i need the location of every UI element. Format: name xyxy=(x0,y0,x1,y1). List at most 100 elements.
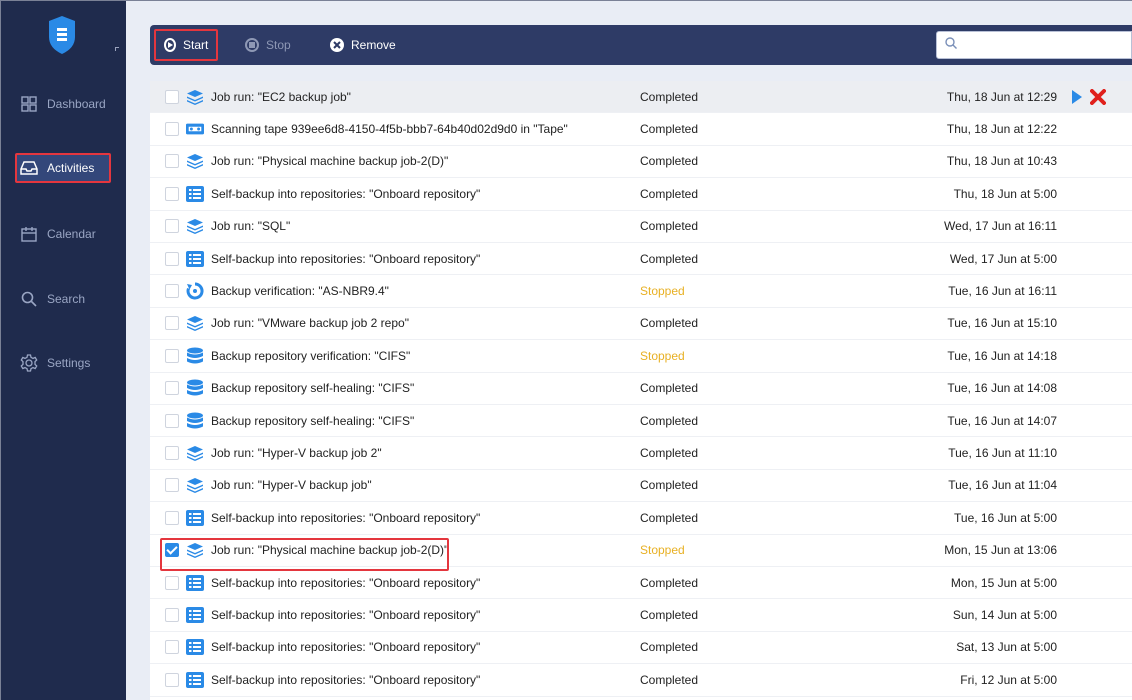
activity-row[interactable]: Scanning tape 939ee6d8-4150-4f5b-bbb7-64… xyxy=(150,113,1132,146)
activity-row[interactable]: Backup repository self-healing: "CIFS" Co… xyxy=(150,405,1132,438)
activity-list: Job run: "EC2 backup job" Completed Thu, 1… xyxy=(150,81,1132,700)
activity-name[interactable]: Job run: "VMware backup job 2 repo" xyxy=(211,316,409,330)
activity-name[interactable]: Scanning tape 939ee6d8-4150-4f5b-bbb7-64… xyxy=(211,122,568,136)
activity-name[interactable]: Backup repository self-healing: "CIFS" xyxy=(211,381,414,395)
self-backup-icon xyxy=(186,671,204,688)
sidebar-item-dashboard[interactable]: Dashboard xyxy=(15,89,111,119)
activity-row[interactable]: Job run: "SQL" Completed Wed, 17 Jun at 16… xyxy=(150,211,1132,243)
activity-date: Thu, 18 Jun at 5:00 xyxy=(953,186,1057,201)
activity-row[interactable]: Backup repository self-healing: "CIFS" Co… xyxy=(150,373,1132,405)
activity-date: Mon, 15 Jun at 13:06 xyxy=(944,543,1057,558)
row-checkbox[interactable] xyxy=(165,154,179,169)
stop-button[interactable]: Stop xyxy=(237,29,299,61)
activity-name[interactable]: Backup repository self-healing: "CIFS" xyxy=(211,414,414,428)
app-window: Dashboard Activities Calendar Search Set… xyxy=(0,0,1132,700)
row-checkbox[interactable] xyxy=(165,575,179,590)
repository-icon xyxy=(186,379,204,396)
search-input[interactable] xyxy=(963,35,1123,55)
activity-name[interactable]: Job run: "Hyper-V backup job" xyxy=(211,478,372,492)
row-checkbox[interactable] xyxy=(165,510,179,525)
sidebar-item-activities[interactable]: Activities xyxy=(15,153,111,183)
start-button[interactable]: Start xyxy=(154,29,218,61)
row-checkbox[interactable] xyxy=(165,640,179,655)
row-checkbox[interactable] xyxy=(165,251,179,266)
activity-row[interactable]: Job run: "Hyper-V backup job 2" Completed… xyxy=(150,437,1132,470)
job-icon xyxy=(186,89,204,105)
activity-status: Completed xyxy=(640,575,699,590)
activity-row[interactable]: Self-backup into repositories: "Onboard … xyxy=(150,178,1132,211)
row-checkbox[interactable] xyxy=(165,186,179,201)
job-icon xyxy=(186,153,204,170)
activity-status: Completed xyxy=(640,381,699,396)
activity-row[interactable]: Job run: "Physical machine backup job-2(… xyxy=(150,535,1132,567)
activity-row[interactable]: Self-backup into repositories: "Onboard … xyxy=(150,599,1132,632)
activity-row[interactable]: Job run: "Physical machine backup job-2(… xyxy=(150,146,1132,179)
activity-status: Completed xyxy=(640,413,699,428)
activity-name[interactable]: Job run: "Physical machine backup job-2(… xyxy=(211,154,448,168)
activity-name[interactable]: Self-backup into repositories: "Onboard … xyxy=(211,187,480,201)
activity-name[interactable]: Self-backup into repositories: "Onboard … xyxy=(211,576,480,590)
remove-button[interactable]: Remove xyxy=(322,29,404,61)
activity-date: Tue, 16 Jun at 14:08 xyxy=(947,381,1057,396)
search-field[interactable] xyxy=(936,31,1132,59)
job-icon xyxy=(186,218,204,235)
self-backup-icon xyxy=(186,509,204,526)
row-checkbox[interactable] xyxy=(165,413,179,428)
sidebar: Dashboard Activities Calendar Search Set… xyxy=(0,1,126,700)
activity-name[interactable]: Job run: "Hyper-V backup job 2" xyxy=(211,446,382,460)
activity-status: Completed xyxy=(640,640,699,655)
sidebar-item-settings[interactable]: Settings xyxy=(15,348,111,378)
activity-date: Sun, 14 Jun at 5:00 xyxy=(952,608,1057,623)
activity-name[interactable]: Self-backup into repositories: "Onboard … xyxy=(211,673,480,687)
activity-status: Stopped xyxy=(640,284,685,299)
activity-row[interactable]: Backup verification: "AS-NBR9.4" Stopped T… xyxy=(150,275,1132,308)
row-checkbox[interactable] xyxy=(165,608,179,623)
activity-row[interactable]: Job run: "EC2 backup job" Completed Thu, 1… xyxy=(150,81,1132,114)
activity-row[interactable]: Self-backup into repositories: "Onboard … xyxy=(150,502,1132,535)
row-checkbox[interactable] xyxy=(165,672,179,687)
row-checkbox[interactable] xyxy=(165,446,179,461)
row-checkbox[interactable] xyxy=(165,122,179,137)
row-checkbox[interactable] xyxy=(165,381,179,396)
activity-row[interactable]: Job run: "VMware backup job 2 repo" Compl… xyxy=(150,308,1132,341)
sidebar-item-label: Search xyxy=(47,292,86,306)
activity-date: Fri, 12 Jun at 5:00 xyxy=(960,672,1057,687)
sidebar-item-calendar[interactable]: Calendar xyxy=(15,219,111,249)
self-backup-icon xyxy=(186,574,204,591)
row-checkbox[interactable] xyxy=(165,89,179,104)
row-checkbox[interactable] xyxy=(165,348,179,363)
activity-name[interactable]: Backup verification: "AS-NBR9.4" xyxy=(211,284,389,298)
collapse-corner-icon[interactable] xyxy=(115,47,119,51)
activity-name[interactable]: Self-backup into repositories: "Onboard … xyxy=(211,252,480,266)
row-checkbox[interactable] xyxy=(165,219,179,234)
app-logo-icon[interactable] xyxy=(47,15,77,55)
activity-date: Thu, 18 Jun at 10:43 xyxy=(946,154,1057,169)
activity-name[interactable]: Job run: "Physical machine backup job-2(… xyxy=(211,543,448,557)
activity-name[interactable]: Self-backup into repositories: "Onboard … xyxy=(211,608,480,622)
activity-name[interactable]: Job run: "EC2 backup job" xyxy=(211,90,351,104)
activity-name[interactable]: Job run: "SQL" xyxy=(211,219,290,233)
row-checkbox[interactable] xyxy=(165,478,179,493)
row-checkbox[interactable] xyxy=(165,316,179,331)
activity-row[interactable]: Self-backup into repositories: "Onboard … xyxy=(150,632,1132,665)
activity-row[interactable]: Self-backup into repositories: "Onboard … xyxy=(150,567,1132,600)
row-checkbox[interactable] xyxy=(165,284,179,299)
run-icon[interactable] xyxy=(1072,89,1082,104)
activity-name[interactable]: Self-backup into repositories: "Onboard … xyxy=(211,640,480,654)
activity-row[interactable]: Self-backup into repositories: "Onboard … xyxy=(150,243,1132,276)
verification-icon xyxy=(186,282,204,300)
activity-name[interactable]: Backup repository verification: "CIFS" xyxy=(211,349,410,363)
activity-row[interactable]: Job run: "Hyper-V backup job" Completed Tu… xyxy=(150,470,1132,503)
activity-row[interactable]: Backup repository verification: "CIFS" St… xyxy=(150,340,1132,373)
activity-row[interactable]: Self-backup into repositories: "Onboard … xyxy=(150,664,1132,697)
row-checkbox[interactable] xyxy=(165,543,179,558)
sidebar-item-search[interactable]: Search xyxy=(15,284,111,314)
play-icon xyxy=(164,38,176,52)
sidebar-item-label: Settings xyxy=(47,356,91,370)
activity-status: Completed xyxy=(640,510,699,525)
activity-status: Completed xyxy=(640,219,699,234)
repository-icon xyxy=(186,412,204,429)
activity-name[interactable]: Self-backup into repositories: "Onboard … xyxy=(211,511,480,525)
delete-icon[interactable] xyxy=(1090,88,1106,105)
row-actions xyxy=(1072,88,1106,105)
